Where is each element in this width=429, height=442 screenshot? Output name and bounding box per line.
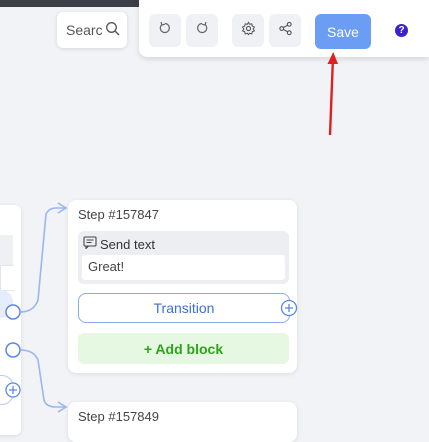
- annotation-arrow: [327, 52, 338, 136]
- add-transition-icon[interactable]: [280, 299, 298, 317]
- next-step-card[interactable]: Step #157849: [68, 402, 297, 442]
- step-ports-layer: [280, 52, 338, 317]
